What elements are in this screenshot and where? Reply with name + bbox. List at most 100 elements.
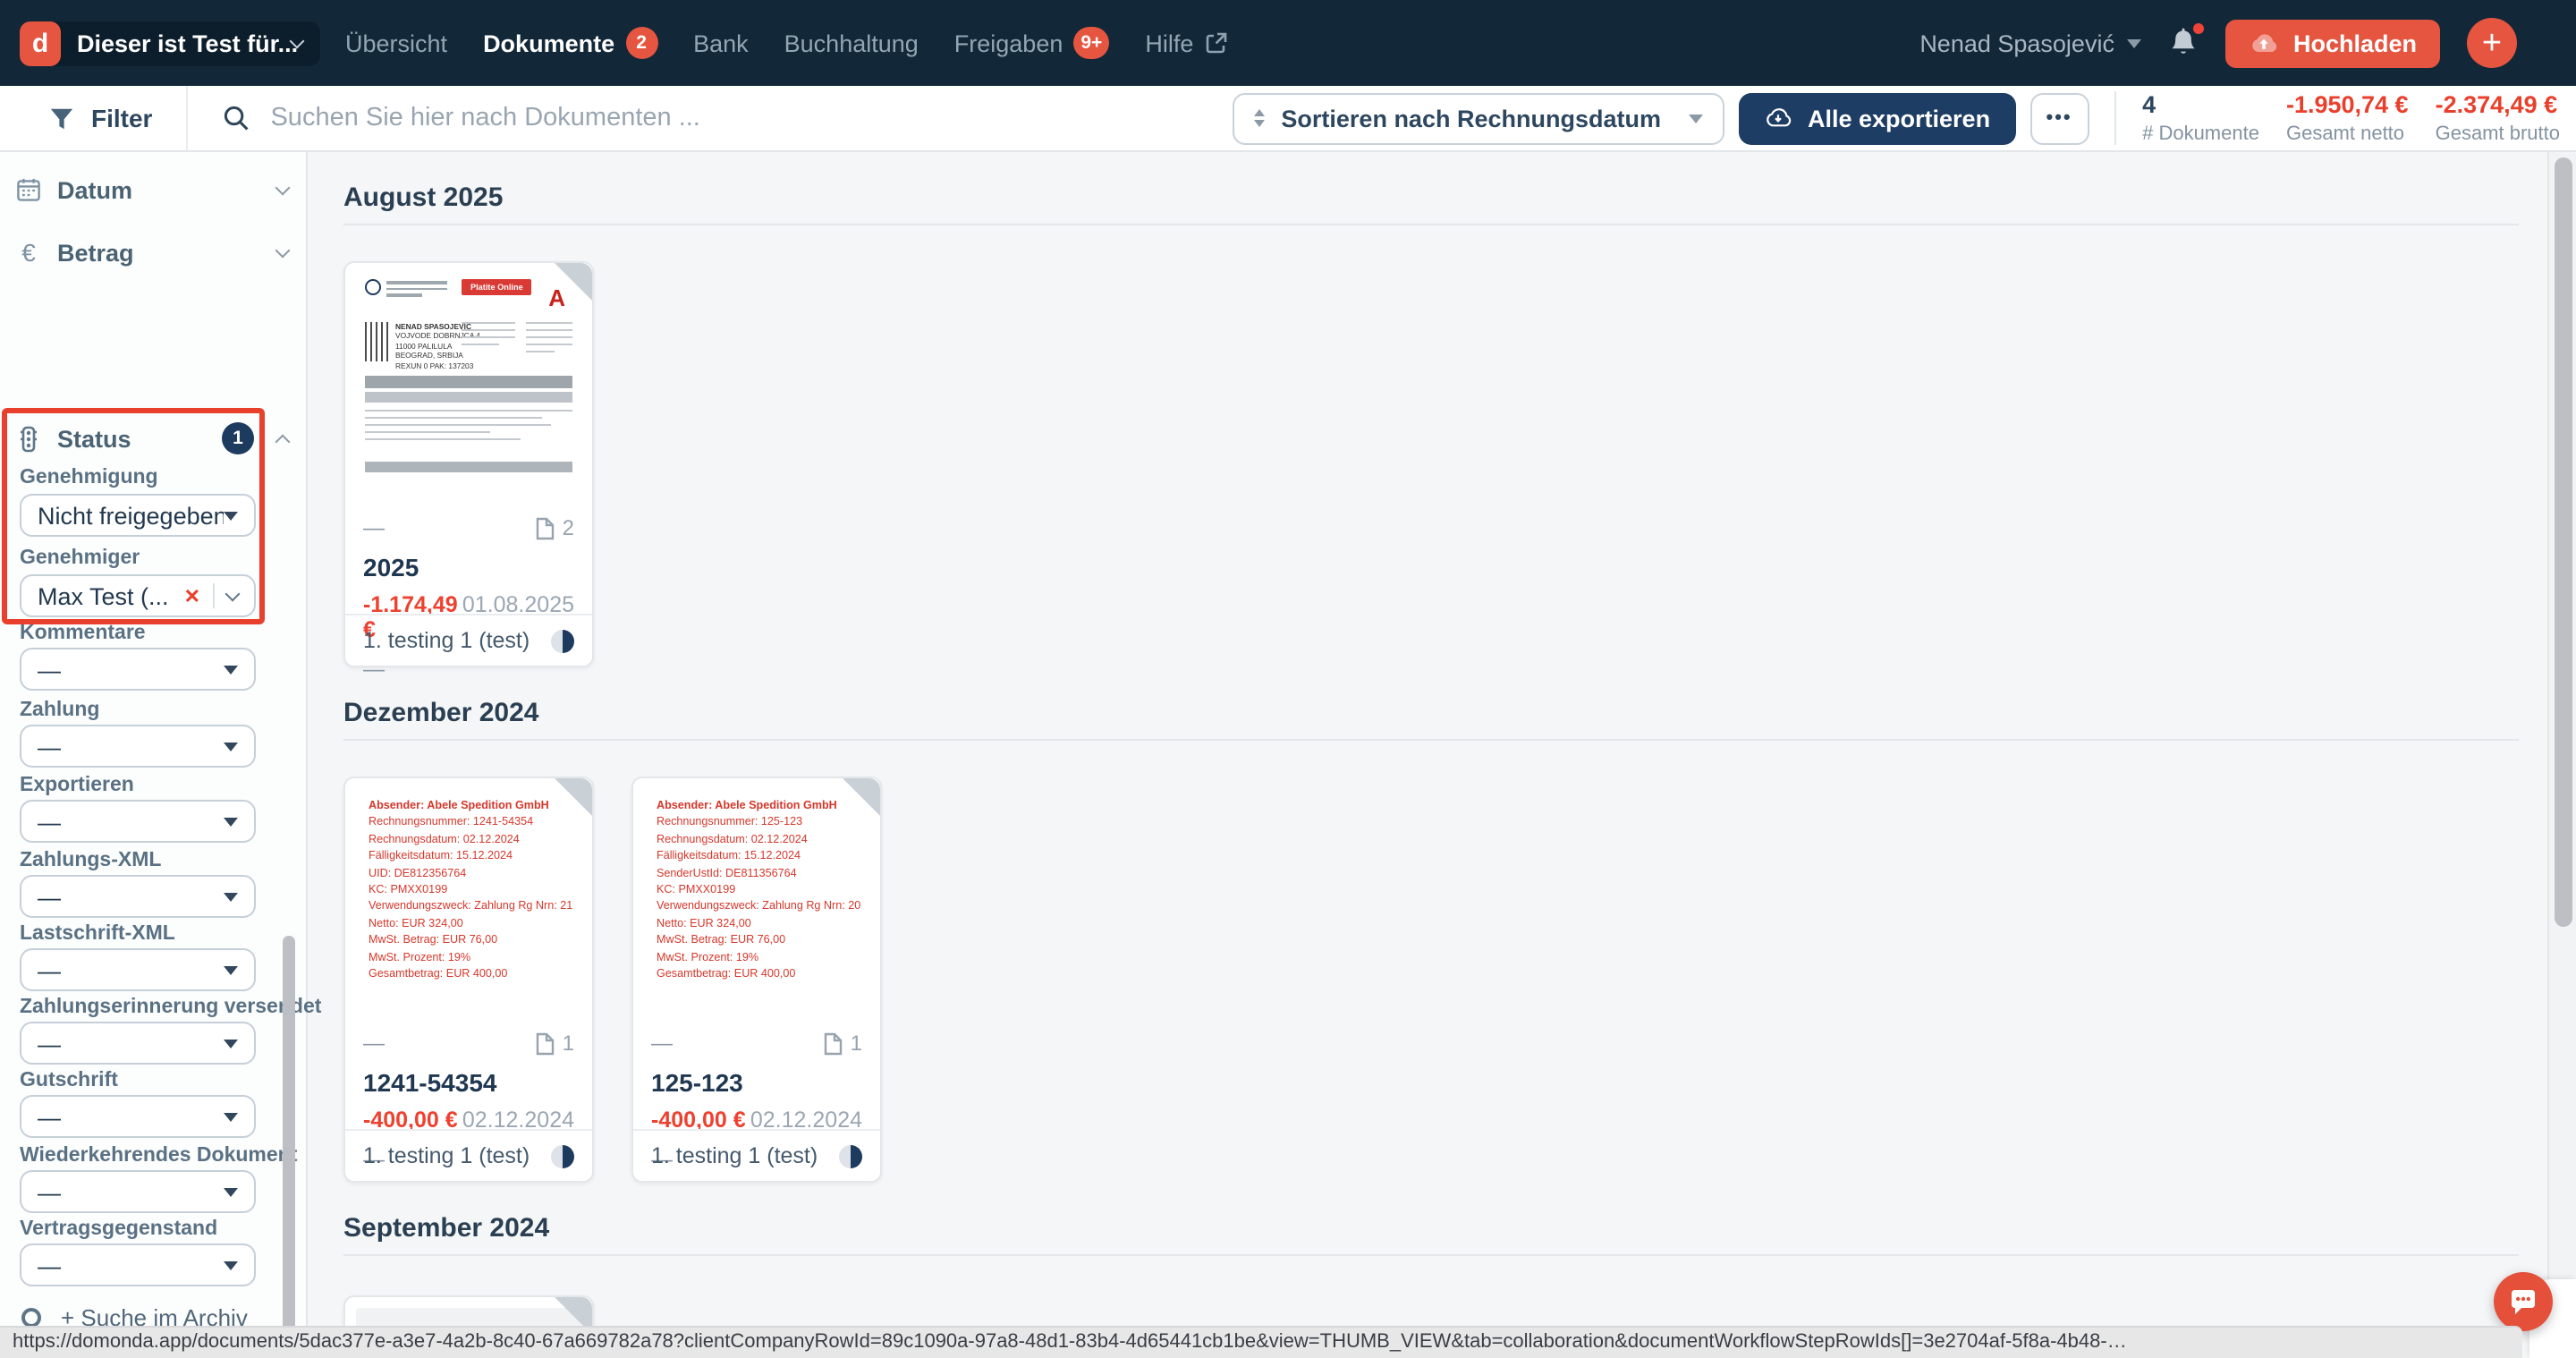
document-title: 2025	[363, 553, 574, 581]
page-icon	[536, 516, 555, 539]
page-icon	[824, 1031, 843, 1055]
nav-hilfe[interactable]: Hilfe	[1145, 30, 1227, 56]
main-scrollbar-track[interactable]	[2547, 152, 2576, 1358]
lastschrift-xml-select[interactable]: —	[20, 948, 256, 991]
card-meta-dash: —	[363, 515, 385, 540]
chevron-down-icon	[225, 586, 241, 601]
filter-section-status[interactable]: Status 1	[16, 415, 288, 462]
genehmigung-label: Genehmigung	[20, 467, 158, 488]
platite-online-chip: Platite Online	[462, 279, 532, 295]
group-header-dezember-2024: Dezember 2024	[343, 698, 2519, 728]
divider	[343, 224, 2519, 225]
zahlungs-xml-select[interactable]: —	[20, 875, 256, 918]
funnel-icon	[48, 105, 75, 132]
workflow-step[interactable]: 1. testing 1 (test)	[345, 614, 592, 666]
filter-sidebar: Datum € Betrag Status 1 Genehmigung Nich…	[0, 152, 308, 1358]
stat-doc-count: 4 # Dokumente	[2142, 91, 2259, 145]
wiederkehrendes-dokument-select[interactable]: —	[20, 1170, 256, 1213]
genehmiger-combobox[interactable]: Max Test (... ✕	[20, 574, 256, 617]
topbar: d Dieser ist Test für... Übersicht Dokum…	[0, 0, 2576, 86]
status-filter-count-badge: 1	[222, 422, 254, 454]
domonda-logo: d	[20, 21, 61, 65]
add-button[interactable]: +	[2467, 18, 2517, 68]
notifications-button[interactable]	[2168, 27, 2199, 59]
sort-select[interactable]: Sortieren nach Rechnungsdatum	[1233, 92, 1724, 144]
chevron-down-icon	[2127, 38, 2141, 47]
divider	[186, 86, 188, 150]
main-scrollbar-thumb[interactable]	[2554, 157, 2572, 927]
clear-selection-icon[interactable]: ✕	[184, 584, 200, 607]
search-input[interactable]	[270, 104, 807, 132]
card-meta-dash: —	[651, 1031, 673, 1056]
dropdown-arrow-icon	[224, 1187, 238, 1196]
workflow-step[interactable]: 1. testing 1 (test)	[633, 1129, 880, 1181]
zahlungserinnerung-select[interactable]: —	[20, 1022, 256, 1065]
search	[222, 104, 807, 132]
dropdown-arrow-icon	[224, 665, 238, 674]
page-icon	[536, 1031, 555, 1055]
nav-dokumente[interactable]: Dokumente2	[483, 27, 657, 59]
zahlungserinnerung-label: Zahlungserinnerung versendet	[20, 997, 321, 1018]
folded-corner	[555, 263, 592, 301]
company-name: Dieser ist Test für...	[77, 30, 277, 56]
topbar-right: Nenad Spasojević Hochladen +	[1919, 18, 2517, 68]
nav-uebersicht[interactable]: Übersicht	[345, 30, 447, 56]
document-card-1241-54354[interactable]: Absender: Abele Spedition GmbH Rechnungs…	[343, 777, 594, 1183]
cloud-upload-icon	[2249, 31, 2279, 55]
main-nav: Übersicht Dokumente2 Bank Buchhaltung Fr…	[345, 27, 1227, 59]
barcode	[365, 322, 388, 361]
app-window: d Dieser ist Test für... Übersicht Dokum…	[0, 0, 2576, 1358]
zahlung-select[interactable]: —	[20, 725, 256, 768]
document-thumbnail: Absender: Abele Spedition GmbH Rechnungs…	[633, 778, 880, 1007]
divider	[343, 1254, 2519, 1256]
gutschrift-select[interactable]: —	[20, 1095, 256, 1138]
dropdown-arrow-icon	[224, 1039, 238, 1048]
folded-corner	[555, 778, 592, 816]
vertragsgegenstand-select[interactable]: —	[20, 1243, 256, 1286]
folded-corner	[843, 778, 880, 816]
card-meta-dash: —	[363, 1031, 385, 1056]
document-card-2025[interactable]: Platite Online A NENAD SPASOJEVIĆ VOJVOD…	[343, 261, 594, 667]
workflow-step[interactable]: 1. testing 1 (test)	[345, 1129, 592, 1181]
chevron-down-icon	[275, 180, 291, 195]
zahlungs-xml-label: Zahlungs-XML	[20, 850, 161, 871]
upload-button[interactable]: Hochladen	[2225, 19, 2440, 67]
search-icon	[222, 104, 250, 132]
dropdown-arrow-icon	[224, 892, 238, 901]
genehmiger-label: Genehmiger	[20, 547, 140, 569]
dokumente-badge: 2	[625, 27, 657, 59]
nav-bank[interactable]: Bank	[693, 30, 749, 56]
document-title: 1241-54354	[363, 1068, 574, 1097]
radio-circle-icon	[21, 1308, 41, 1328]
document-list: August 2025 Platite Online A NENAD SPASO…	[308, 152, 2547, 1358]
page-count: 2	[536, 515, 574, 540]
export-all-button[interactable]: Alle exportieren	[1738, 92, 2015, 144]
more-actions-button[interactable]: •••	[2029, 92, 2089, 144]
exportieren-label: Exportieren	[20, 775, 134, 796]
stat-net-total: -1.950,74 € Gesamt netto	[2286, 91, 2409, 145]
user-menu[interactable]: Nenad Spasojević	[1919, 30, 2141, 56]
dropdown-arrow-icon	[224, 1260, 238, 1269]
exportieren-select[interactable]: —	[20, 800, 256, 843]
nav-freigaben[interactable]: Freigaben9+	[954, 27, 1110, 59]
genehmigung-select[interactable]: Nicht freigegeben	[20, 494, 256, 537]
chat-widget-button[interactable]	[2494, 1272, 2553, 1331]
nav-buchhaltung[interactable]: Buchhaltung	[784, 30, 919, 56]
card-row: Absender: Abele Spedition GmbH Rechnungs…	[343, 777, 2519, 1183]
cloud-download-icon	[1763, 107, 1792, 129]
company-selector[interactable]: d Dieser ist Test für...	[20, 21, 320, 65]
filter-section-datum[interactable]: Datum	[16, 166, 288, 213]
group-header-august-2025: August 2025	[343, 182, 2519, 213]
chevron-down-icon	[1688, 114, 1702, 123]
sidebar-scrollbar-thumb[interactable]	[283, 936, 295, 1358]
divider	[213, 583, 215, 608]
document-thumbnail: Platite Online A NENAD SPASOJEVIĆ VOJVOD…	[345, 263, 592, 492]
chat-bubble-icon	[2508, 1287, 2538, 1316]
link-status-bar: https://domonda.app/documents/5dac377e-a…	[0, 1326, 2522, 1358]
wiederkehrendes-dokument-label: Wiederkehrendes Dokument	[20, 1145, 297, 1167]
dropdown-arrow-icon	[224, 1112, 238, 1121]
kommentare-select[interactable]: —	[20, 648, 256, 691]
filter-toggle[interactable]: Filter	[48, 104, 152, 132]
filter-section-betrag[interactable]: € Betrag	[16, 229, 288, 276]
document-card-125-123[interactable]: Absender: Abele Spedition GmbH Rechnungs…	[631, 777, 882, 1183]
